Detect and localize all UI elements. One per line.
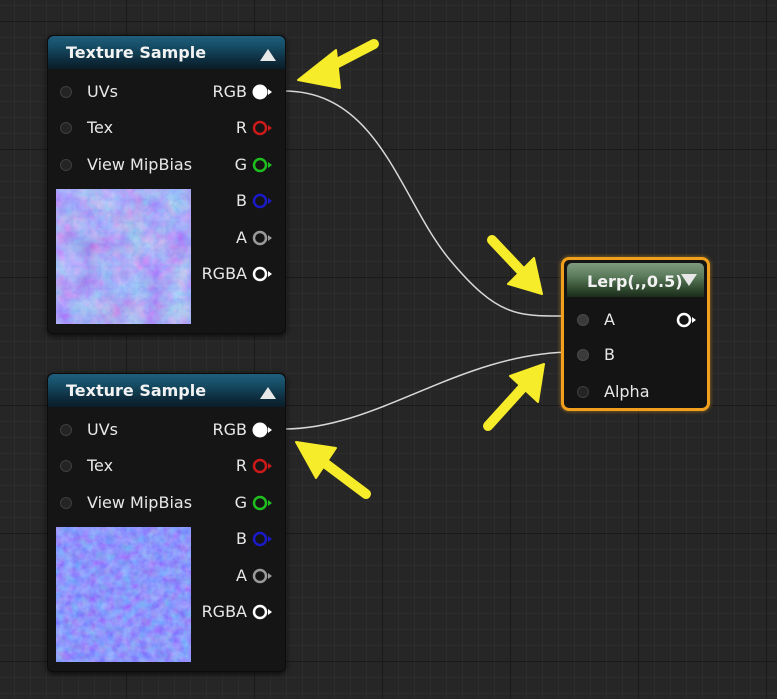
pin-label: Alpha — [604, 382, 650, 401]
collapse-arrow-icon[interactable] — [260, 387, 276, 399]
collapse-arrow-icon[interactable] — [260, 49, 276, 61]
pin-label: A — [604, 310, 615, 329]
output-label-r: R — [235, 456, 247, 475]
output-label-r: R — [235, 118, 247, 137]
pin-label: Tex — [87, 456, 114, 475]
texture-preview-image — [56, 189, 191, 324]
output-pin-a-icon[interactable] — [252, 229, 274, 247]
output-label-rgba: RGBA — [201, 264, 247, 283]
pin-socket-icon[interactable] — [60, 460, 72, 472]
pin-socket-icon[interactable] — [60, 159, 72, 171]
output-pin-b-icon[interactable] — [252, 530, 274, 548]
annotation-arrow-icon — [487, 235, 543, 295]
output-label-a: A — [236, 566, 247, 585]
output-pin-rgb-icon[interactable] — [252, 83, 274, 101]
output-label-a: A — [236, 228, 247, 247]
node-header[interactable]: Texture Sample — [48, 36, 285, 69]
pin-socket-icon[interactable] — [60, 497, 72, 509]
node-title: Texture Sample — [66, 43, 207, 62]
input-pin-tex[interactable]: Tex — [60, 118, 200, 140]
pin-label: UVs — [87, 82, 118, 101]
lerp-node[interactable]: Lerp(,,0.5) A B Alpha — [561, 257, 710, 411]
collapse-arrow-icon[interactable] — [681, 274, 697, 286]
output-label-rgba: RGBA — [201, 602, 247, 621]
wire-rgb-to-a[interactable] — [283, 90, 575, 317]
output-label-b: B — [236, 529, 247, 548]
input-pin-tex[interactable]: Tex — [60, 456, 200, 478]
pin-label: Tex — [87, 118, 114, 137]
annotation-arrow-icon — [295, 441, 371, 499]
pin-socket-icon[interactable] — [577, 386, 589, 398]
output-pin-rgba-icon[interactable] — [252, 603, 274, 621]
pin-label: View MipBias — [87, 155, 193, 174]
texture-sample-node-1[interactable]: Texture Sample UVs Tex View MipBias RGB … — [47, 35, 286, 334]
output-pin-rgba-icon[interactable] — [252, 265, 274, 283]
input-pin-uvs[interactable]: UVs — [60, 420, 200, 442]
pin-label: View MipBias — [87, 493, 193, 512]
pin-socket-icon[interactable] — [577, 314, 589, 326]
pin-socket-icon[interactable] — [60, 122, 72, 134]
pin-socket-icon[interactable] — [577, 349, 589, 361]
material-graph-canvas[interactable]: Texture Sample UVs Tex View MipBias RGB … — [0, 0, 777, 699]
node-header[interactable]: Texture Sample — [48, 374, 285, 407]
output-label-rgb: RGB — [212, 82, 248, 101]
output-pin-rgb-icon[interactable] — [252, 421, 274, 439]
pin-label: UVs — [87, 420, 118, 439]
output-pin-g-icon[interactable] — [252, 494, 274, 512]
input-pin-alpha[interactable]: Alpha — [577, 382, 687, 404]
annotation-arrow-icon — [297, 39, 379, 89]
texture-preview-image — [56, 527, 191, 662]
output-label-rgb: RGB — [212, 420, 248, 439]
node-title: Lerp(,,0.5) — [587, 272, 683, 291]
input-pin-view-mipbias[interactable]: View MipBias — [60, 155, 200, 177]
node-title: Texture Sample — [66, 381, 207, 400]
output-pin-r-icon[interactable] — [252, 457, 274, 475]
input-pin-uvs[interactable]: UVs — [60, 82, 200, 104]
pin-socket-icon[interactable] — [60, 86, 72, 98]
wire-rgb-to-b[interactable] — [283, 351, 575, 430]
output-pin-r-icon[interactable] — [252, 119, 274, 137]
output-pin-icon[interactable] — [676, 311, 698, 329]
annotation-arrow-icon — [483, 363, 545, 431]
output-pin-a-icon[interactable] — [252, 567, 274, 585]
output-label-b: B — [236, 191, 247, 210]
pin-socket-icon[interactable] — [60, 424, 72, 436]
output-label-g: G — [234, 493, 247, 512]
output-label-g: G — [234, 155, 247, 174]
output-pin-g-icon[interactable] — [252, 156, 274, 174]
input-pin-view-mipbias[interactable]: View MipBias — [60, 493, 200, 515]
texture-sample-node-2[interactable]: Texture Sample UVs Tex View MipBias RGB … — [47, 373, 286, 672]
pin-label: B — [604, 345, 615, 364]
input-pin-b[interactable]: B — [577, 345, 687, 367]
input-pin-a[interactable]: A — [577, 310, 687, 332]
node-header[interactable]: Lerp(,,0.5) — [567, 263, 704, 297]
output-pin-b-icon[interactable] — [252, 192, 274, 210]
